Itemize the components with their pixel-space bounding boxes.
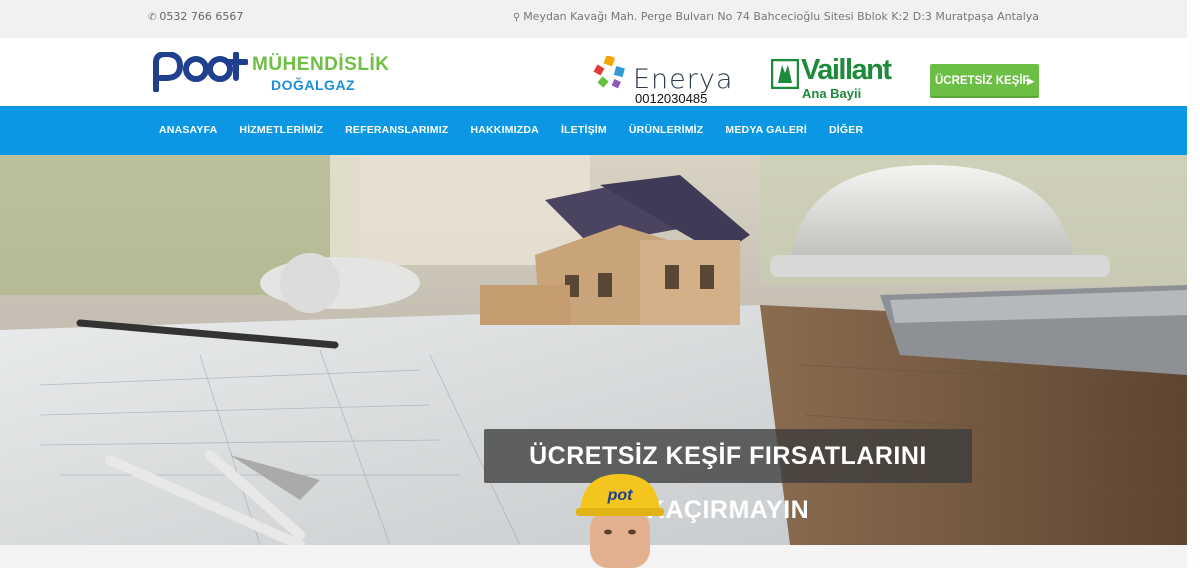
helmet-logo-text: pot — [607, 487, 634, 504]
nav-item-media-gallery[interactable]: MEDYA GALERİ — [714, 106, 818, 155]
nav-item-home[interactable]: ANASAYFA — [148, 106, 228, 155]
address-text: Meydan Kavağı Mah. Perge Bulvarı No 74 B… — [523, 10, 1039, 23]
map-marker-icon: ⚲ — [512, 12, 521, 23]
top-bar: ✆ 0532 766 6567 ⚲ Meydan Kavağı Mah. Perge… — [0, 0, 1187, 38]
nav-item-about[interactable]: HAKKIMIZDA — [459, 106, 550, 155]
nav-item-products[interactable]: ÜRÜNLERİMİZ — [618, 106, 715, 155]
nav-item-references[interactable]: REFERANSLARIMIZ — [334, 106, 459, 155]
vaillant-hare-icon — [771, 59, 799, 89]
site-logo[interactable]: MÜHENDİSLİK DOĞALGAZ — [152, 50, 402, 96]
nav-item-other[interactable]: DİĞER — [818, 106, 874, 155]
play-arrow-icon: ▶ — [1027, 76, 1034, 86]
logo-text-gas: DOĞALGAZ — [271, 77, 356, 93]
vaillant-subtitle: Ana Bayii — [802, 86, 862, 101]
address: ⚲ Meydan Kavağı Mah. Perge Bulvarı No 74 … — [513, 10, 1039, 23]
vaillant-badge: Vaillant Ana Bayii — [771, 54, 892, 104]
nav-item-services[interactable]: HİZMETLERİMİZ — [228, 106, 334, 155]
free-survey-button[interactable]: ÜCRETSİZ KEŞİF ▶ — [930, 64, 1039, 98]
vaillant-name: Vaillant — [801, 54, 892, 86]
nav-item-contact[interactable]: İLETİŞİM — [550, 106, 618, 155]
worker-mascot-image: pot — [576, 474, 664, 568]
enerya-number: 0012030485 — [635, 91, 708, 106]
phone-number[interactable]: ✆ 0532 766 6567 — [148, 10, 243, 23]
free-survey-label: ÜCRETSİZ KEŞİF — [935, 75, 1030, 87]
header: MÜHENDİSLİK DOĞALGAZ Enerya 0012030485 V… — [0, 38, 1187, 106]
pot-logo-mark — [153, 52, 248, 92]
hero-banner-text: ÜCRETSİZ KEŞİF FIRSATLARINI KAÇIRMAYIN — [484, 429, 972, 524]
enerya-badge: Enerya 0012030485 — [593, 54, 732, 106]
logo-text-engineering: MÜHENDİSLİK — [252, 54, 390, 75]
phone-text: 0532 766 6567 — [159, 10, 244, 23]
main-navigation: ANASAYFA HİZMETLERİMİZ REFERANSLARIMIZ HAKK… — [0, 106, 1187, 155]
page-scrollbar[interactable] — [1187, 0, 1200, 568]
phone-icon: ✆ — [148, 12, 157, 23]
enerya-logo-icon — [593, 56, 625, 89]
